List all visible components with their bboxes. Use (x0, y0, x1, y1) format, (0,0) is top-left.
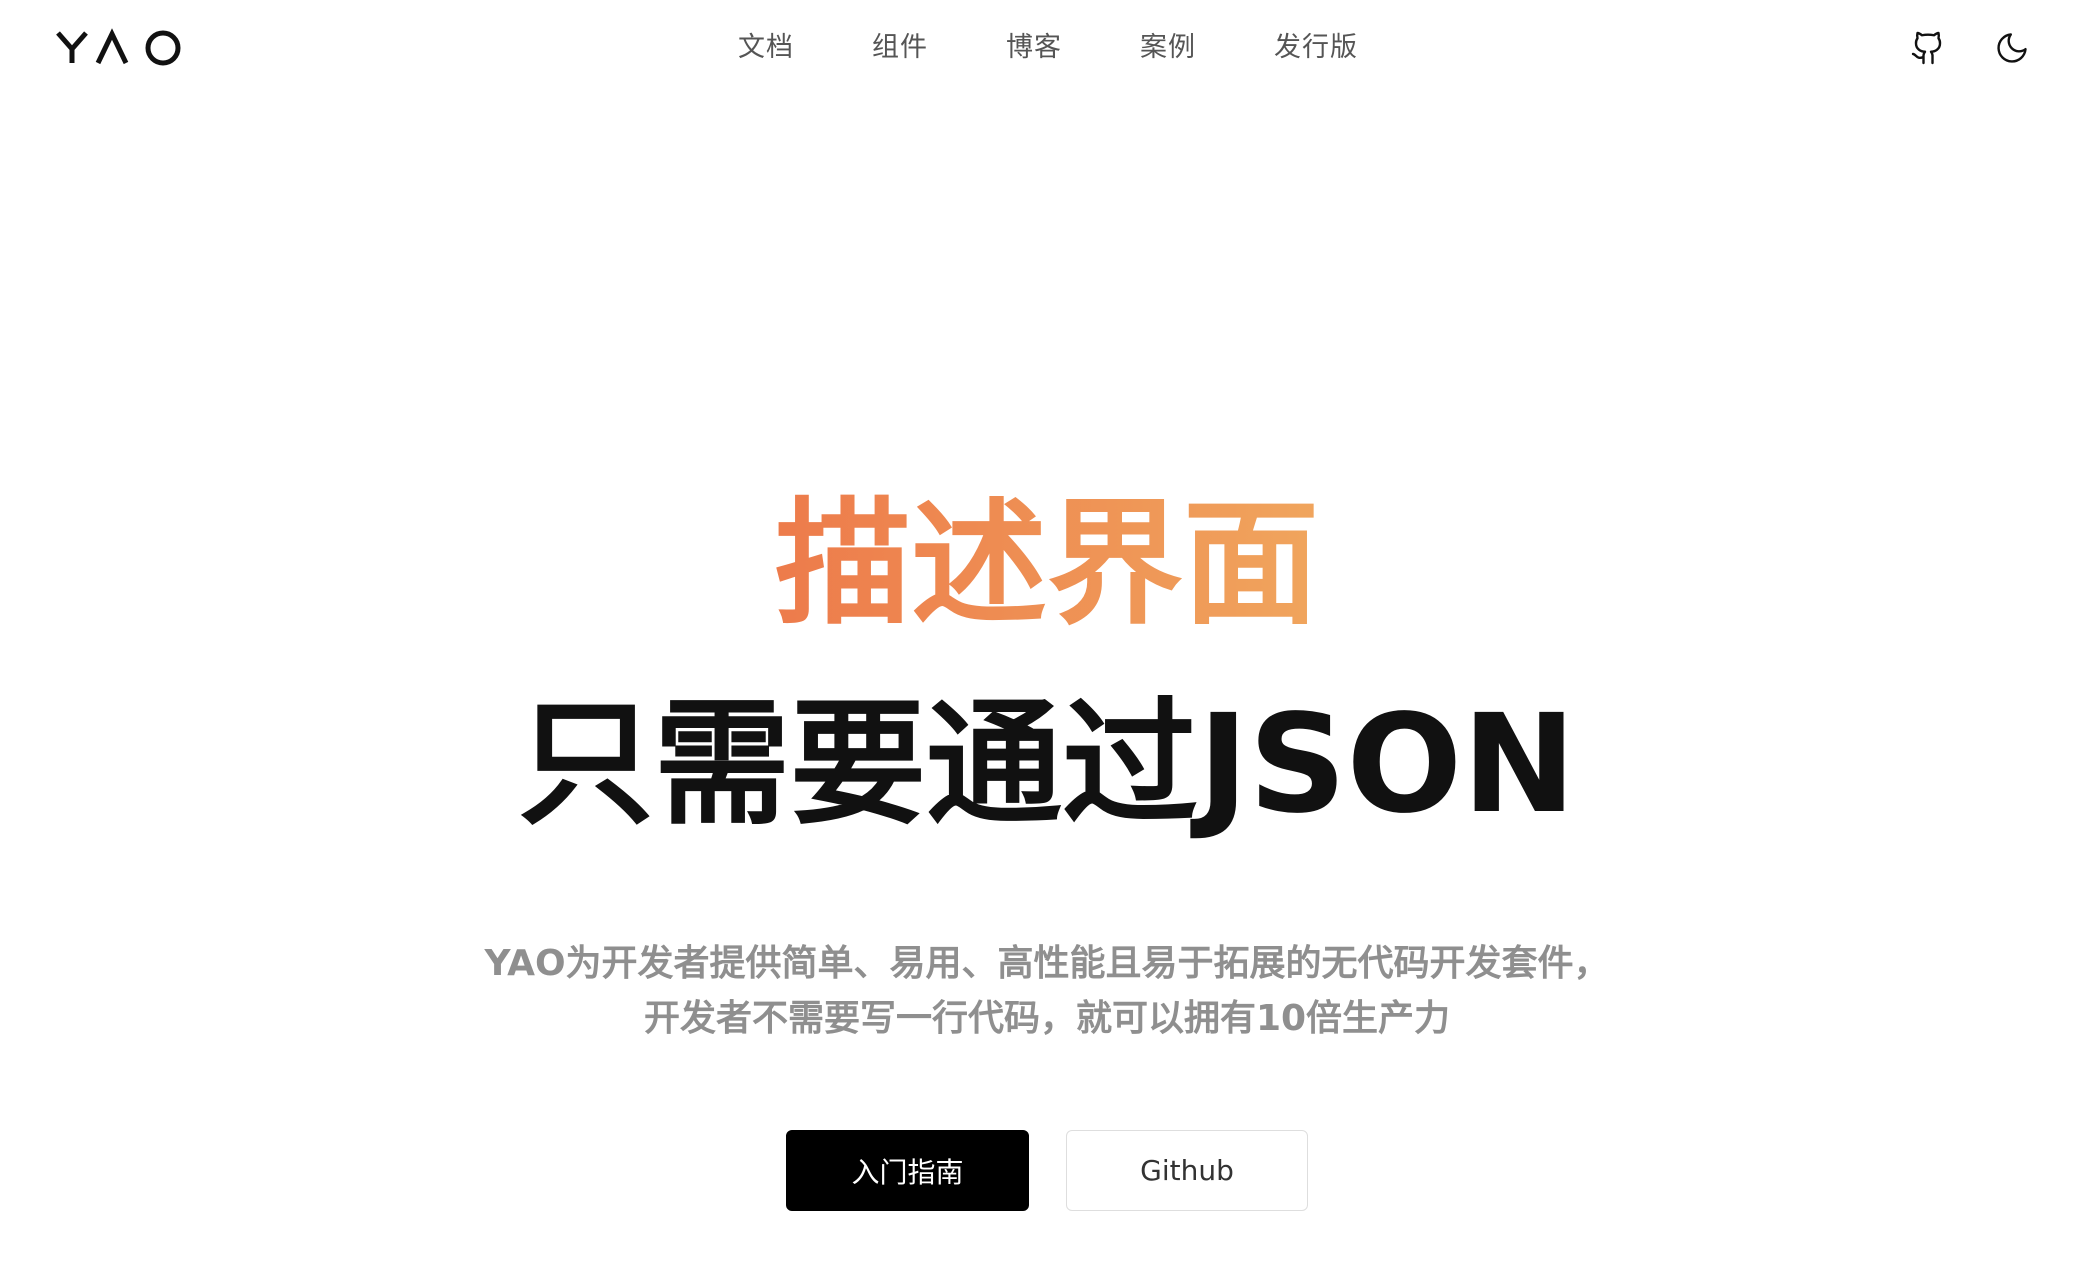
get-started-button[interactable]: 入门指南 (786, 1130, 1029, 1211)
hero-subtitle: YAO为开发者提供简单、易用、高性能且易于拓展的无代码开发套件， 开发者不需要写… (0, 936, 2094, 1046)
hero-title-highlight: 描述界面 (0, 480, 2094, 650)
nav-item-components[interactable]: 组件 (872, 30, 928, 66)
yao-logo[interactable] (56, 26, 188, 70)
hero-title-gradient-text: 描述界面 (775, 486, 1319, 644)
hero-subtitle-line-2: 开发者不需要写一行代码，就可以拥有10倍生产力 (643, 998, 1451, 1039)
github-link-button[interactable] (1906, 26, 1950, 70)
nav-item-blog[interactable]: 博客 (1006, 30, 1062, 66)
nav-item-docs[interactable]: 文档 (738, 30, 794, 66)
nav-item-releases[interactable]: 发行版 (1274, 30, 1358, 66)
nav-item-cases[interactable]: 案例 (1140, 30, 1196, 66)
landing-page: 文档 组件 博客 案例 发行版 描述界面 只需要通过JSON YAO为开发者提供… (0, 0, 2094, 1264)
github-button[interactable]: Github (1066, 1130, 1308, 1211)
main-nav: 文档 组件 博客 案例 发行版 (738, 30, 1358, 66)
theme-toggle-button[interactable] (1990, 26, 2034, 70)
top-header: 文档 组件 博客 案例 发行版 (0, 0, 2094, 96)
moon-icon (1997, 33, 2027, 63)
hero-title-main: 只需要通过JSON (518, 686, 1576, 844)
hero-subtitle-line-1: YAO为开发者提供简单、易用、高性能且易于拓展的无代码开发套件， (484, 943, 1610, 984)
github-icon (1911, 31, 1942, 65)
